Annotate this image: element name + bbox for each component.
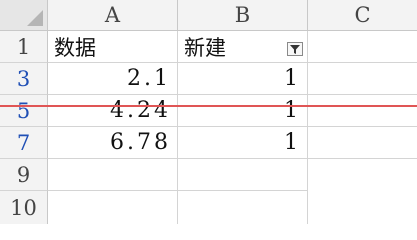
- cell-a1[interactable]: 数据: [48, 31, 178, 63]
- row-header-7[interactable]: 7: [0, 127, 48, 159]
- cell-c5[interactable]: [308, 95, 417, 127]
- column-header-a[interactable]: A: [48, 0, 178, 31]
- column-header-c[interactable]: C: [308, 0, 417, 31]
- filter-funnel-icon: [290, 44, 300, 54]
- cell-c7[interactable]: [308, 127, 417, 159]
- row-header-10[interactable]: 10: [0, 191, 48, 224]
- row-header-5[interactable]: 5: [0, 95, 48, 127]
- select-all-corner[interactable]: [0, 0, 48, 31]
- cell-a7[interactable]: 6.78: [48, 127, 178, 159]
- row-header-3[interactable]: 3: [0, 63, 48, 95]
- cell-b1-text: 新建: [184, 35, 226, 60]
- cell-c9[interactable]: [308, 159, 417, 191]
- filter-button[interactable]: [287, 42, 303, 56]
- cell-c3[interactable]: [308, 63, 417, 95]
- column-header-b[interactable]: B: [178, 0, 308, 31]
- cell-b7[interactable]: 1: [178, 127, 308, 159]
- cell-a5[interactable]: 4.24: [48, 95, 178, 127]
- cell-a3[interactable]: 2.1: [48, 63, 178, 95]
- highlight-line: [0, 105, 417, 107]
- cell-a10[interactable]: [48, 191, 178, 224]
- spreadsheet-grid: A B C 1 数据 新建 3 2.1 1 5 4.24 1 7 6.78 1 …: [0, 0, 417, 224]
- cell-c1[interactable]: [308, 31, 417, 63]
- cell-a9[interactable]: [48, 159, 178, 191]
- cell-b5[interactable]: 1: [178, 95, 308, 127]
- cell-b3[interactable]: 1: [178, 63, 308, 95]
- cell-b9[interactable]: [178, 159, 308, 191]
- row-header-9[interactable]: 9: [0, 159, 48, 191]
- cell-b10[interactable]: [178, 191, 308, 224]
- row-header-1[interactable]: 1: [0, 31, 48, 63]
